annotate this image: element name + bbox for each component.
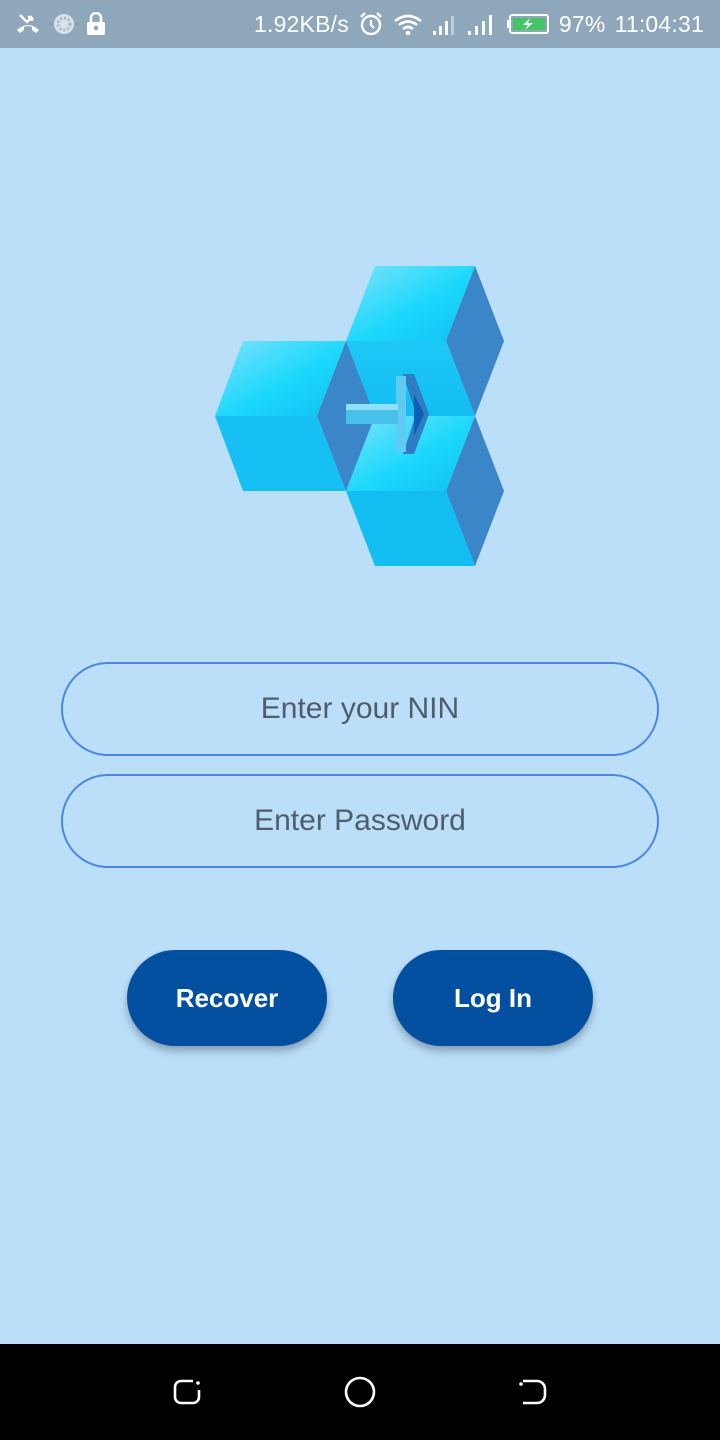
lock-icon bbox=[86, 12, 106, 36]
password-input[interactable] bbox=[104, 804, 616, 838]
status-right: 1.92KB/s 97% 11:04:31 bbox=[254, 11, 704, 38]
loading-icon bbox=[52, 12, 76, 36]
battery-charging-icon bbox=[506, 13, 550, 35]
login-button[interactable]: Log In bbox=[393, 950, 593, 1046]
net-speed: 1.92KB/s bbox=[253, 10, 349, 37]
status-bar: 1.92KB/s 97% 11:04:31 bbox=[0, 0, 720, 48]
login-screen: Recover Log In bbox=[0, 48, 720, 1344]
back-icon bbox=[519, 1379, 547, 1405]
recents-button[interactable] bbox=[157, 1362, 217, 1422]
app-logo bbox=[215, 266, 504, 566]
navigation-bar bbox=[0, 1344, 720, 1440]
home-button[interactable] bbox=[330, 1362, 390, 1422]
signal-icon bbox=[467, 12, 497, 36]
wifi-icon bbox=[393, 12, 423, 36]
password-field[interactable] bbox=[61, 774, 659, 868]
nin-field[interactable] bbox=[61, 662, 659, 756]
home-icon bbox=[344, 1376, 376, 1408]
alarm-icon bbox=[358, 11, 384, 37]
battery-percent: 97% bbox=[558, 10, 606, 37]
missed-call-icon bbox=[14, 12, 42, 36]
clock: 11:04:31 bbox=[614, 10, 704, 37]
nin-input[interactable] bbox=[104, 692, 616, 726]
back-button[interactable] bbox=[503, 1362, 563, 1422]
recover-button[interactable]: Recover bbox=[127, 950, 327, 1046]
status-left bbox=[14, 12, 106, 36]
recents-icon bbox=[173, 1379, 200, 1405]
signal-icon bbox=[432, 12, 458, 36]
